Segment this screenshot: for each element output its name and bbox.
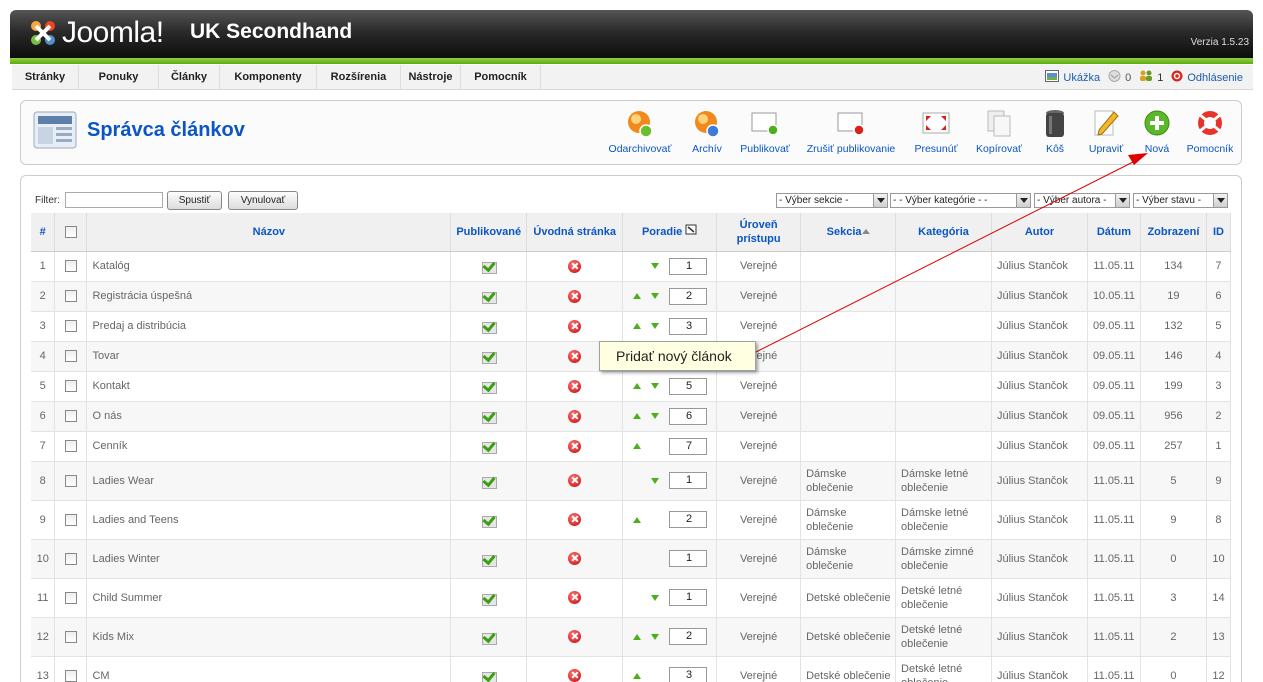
tooltip: Pridať nový článok bbox=[599, 341, 756, 371]
